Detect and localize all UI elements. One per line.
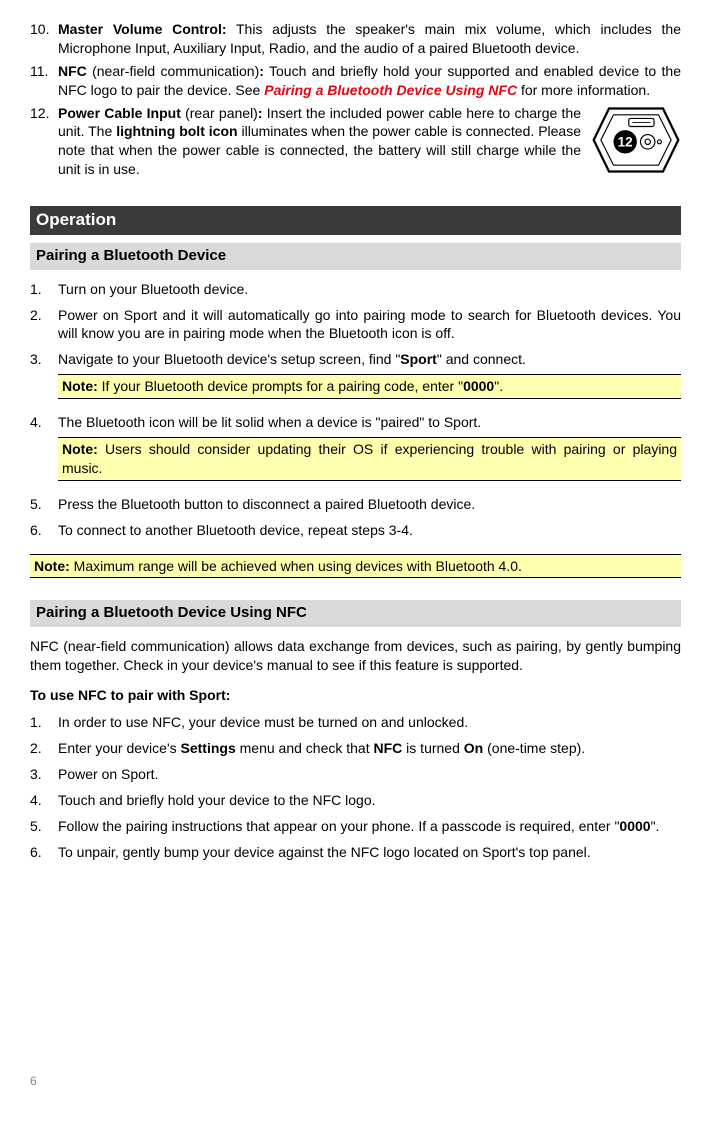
step-text: Press the Bluetooth button to disconnect…: [58, 495, 681, 514]
step-5: Press the Bluetooth button to disconnect…: [30, 495, 681, 514]
feature-11: 11. NFC (near-field communication): Touc…: [30, 62, 681, 100]
page-number: 6: [30, 1074, 37, 1088]
nfc-pairing-steps: In order to use NFC, your device must be…: [30, 713, 681, 861]
step-4: The Bluetooth icon will be lit solid whe…: [30, 413, 681, 488]
step-text: Power on Sport and it will automatically…: [58, 306, 681, 344]
step-text: To unpair, gently bump your device again…: [58, 843, 681, 862]
power-port-diagram: 12: [591, 104, 681, 181]
item-number: 10.: [30, 20, 58, 58]
item-paren: (near-field communication): [87, 63, 259, 79]
top-features-list: 10. Master Volume Control: This adjusts …: [30, 20, 681, 180]
nfc-crossref-link[interactable]: Pairing a Bluetooth Device Using NFC: [264, 82, 517, 98]
step-text: In order to use NFC, your device must be…: [58, 713, 681, 732]
step-6: To connect to another Bluetooth device, …: [30, 521, 681, 540]
step-text: Touch and briefly hold your device to th…: [58, 791, 681, 810]
note-pairing-code: Note: If your Bluetooth device prompts f…: [58, 374, 681, 399]
feature-10: 10. Master Volume Control: This adjusts …: [30, 20, 681, 58]
svg-text:12: 12: [618, 134, 633, 149]
nfc-subheading: To use NFC to pair with Sport:: [30, 686, 681, 705]
note-label: Note:: [62, 378, 98, 394]
item-body: NFC (near-field communication): Touch an…: [58, 62, 681, 100]
step-6: To unpair, gently bump your device again…: [30, 843, 681, 862]
step-text: Power on Sport.: [58, 765, 681, 784]
step-4: Touch and briefly hold your device to th…: [30, 791, 681, 810]
bt-pairing-steps: Turn on your Bluetooth device. Power on …: [30, 280, 681, 540]
note-label: Note:: [34, 558, 70, 574]
note-label: Note:: [62, 441, 98, 457]
item-body: Power Cable Input (rear panel): Insert t…: [58, 104, 581, 181]
step-2: Power on Sport and it will automatically…: [30, 306, 681, 344]
step-text: Turn on your Bluetooth device.: [58, 280, 681, 299]
step-3: Power on Sport.: [30, 765, 681, 784]
step-2: Enter your device's Settings menu and ch…: [30, 739, 681, 758]
note-update-os: Note: Users should consider updating the…: [58, 437, 681, 481]
step-text: Follow the pairing instructions that app…: [58, 817, 681, 836]
step-text: The Bluetooth icon will be lit solid whe…: [58, 413, 681, 432]
pairing-nfc-heading: Pairing a Bluetooth Device Using NFC: [30, 600, 681, 626]
step-5: Follow the pairing instructions that app…: [30, 817, 681, 836]
item-text-2: for more information.: [517, 82, 650, 98]
item-title: NFC: [58, 63, 87, 79]
on-label: On: [464, 740, 483, 756]
item-title: Master Volume Control:: [58, 21, 227, 37]
step-text: Enter your device's Settings menu and ch…: [58, 739, 681, 758]
lightning-bolt-text: lightning bolt icon: [116, 123, 237, 139]
step-3: Navigate to your Bluetooth device's setu…: [30, 350, 681, 406]
nfc-label: NFC: [374, 740, 403, 756]
note-bt-range: Note: Maximum range will be achieved whe…: [30, 554, 681, 579]
operation-heading: Operation: [30, 206, 681, 235]
sport-name: Sport: [400, 351, 437, 367]
settings-label: Settings: [181, 740, 236, 756]
item-number: 11.: [30, 62, 58, 100]
item-title: Power Cable Input: [58, 105, 181, 121]
item-body: Master Volume Control: This adjusts the …: [58, 20, 681, 58]
feature-12: 12. Power Cable Input (rear panel): Inse…: [30, 104, 681, 181]
nfc-intro-text: NFC (near-field communication) allows da…: [30, 637, 681, 675]
step-text: To connect to another Bluetooth device, …: [58, 521, 681, 540]
rear-panel-icon: 12: [591, 104, 681, 176]
item-paren: (rear panel): [181, 105, 258, 121]
step-1: Turn on your Bluetooth device.: [30, 280, 681, 299]
item-number: 12.: [30, 104, 58, 181]
pairing-bt-heading: Pairing a Bluetooth Device: [30, 243, 681, 269]
code-0000: 0000: [463, 378, 494, 394]
code-0000: 0000: [619, 818, 650, 834]
step-text: Navigate to your Bluetooth device's setu…: [58, 350, 681, 369]
step-1: In order to use NFC, your device must be…: [30, 713, 681, 732]
